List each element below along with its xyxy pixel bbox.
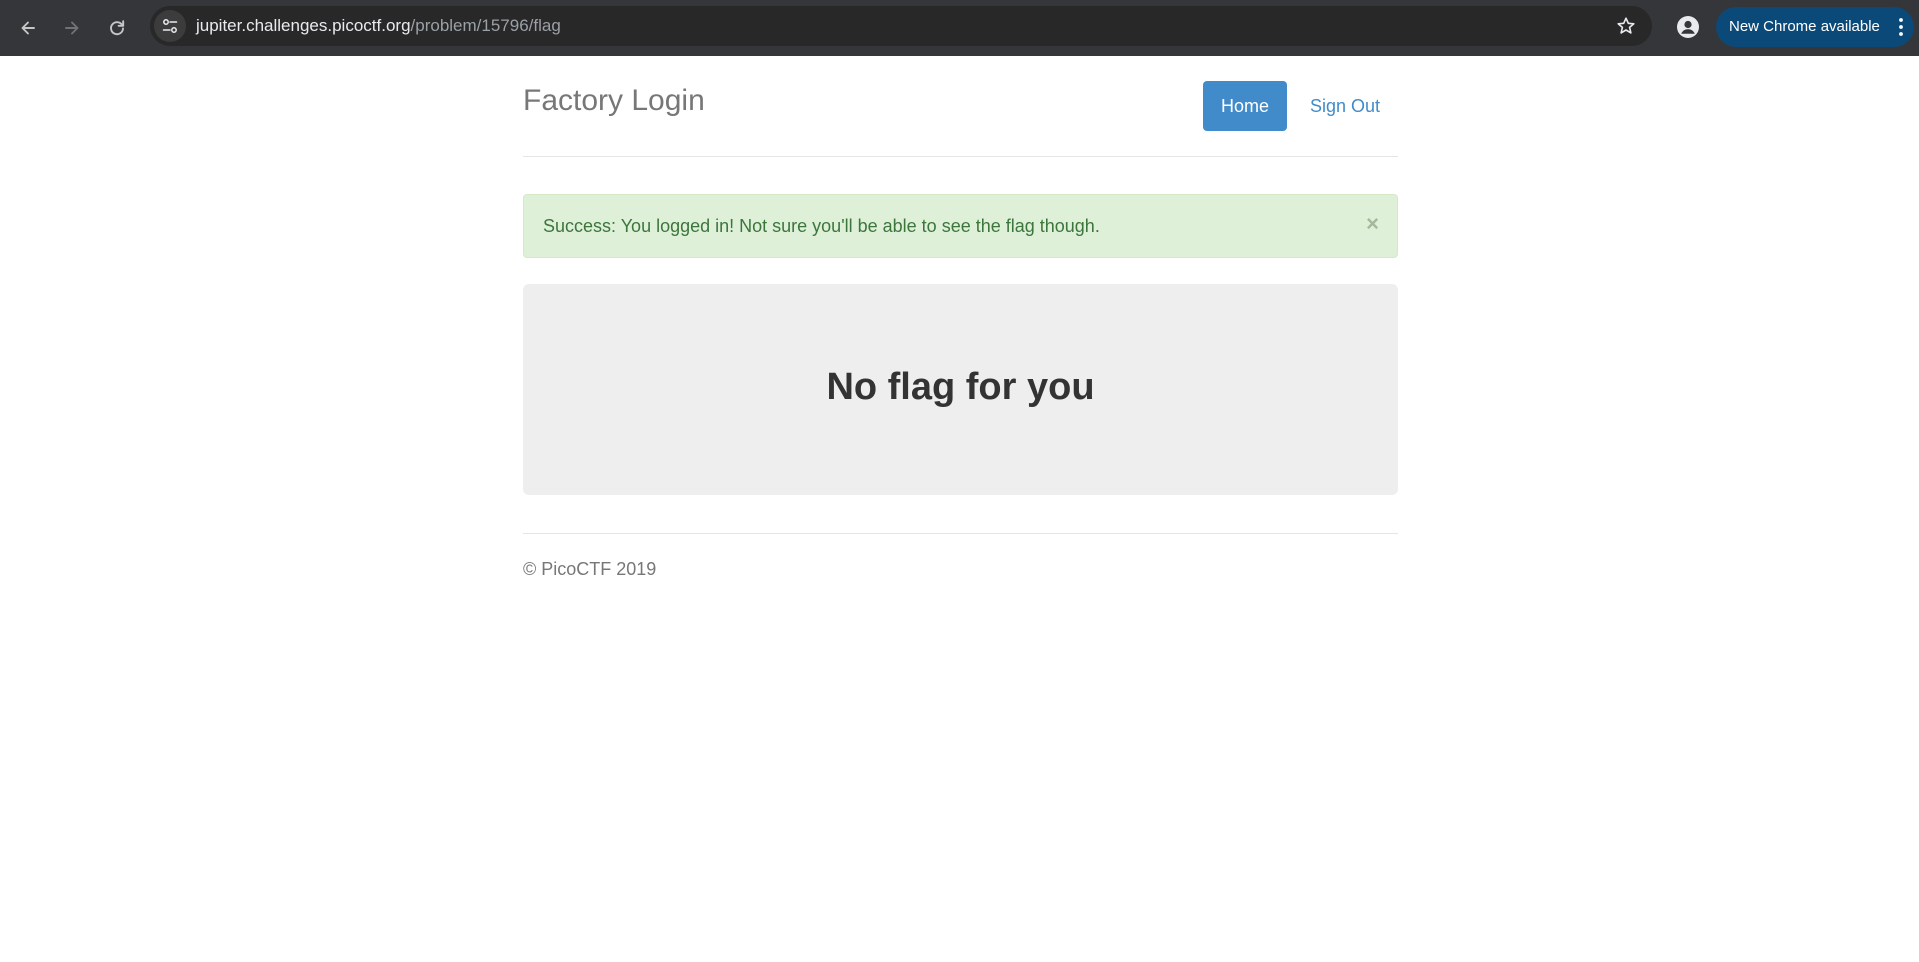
profile-icon <box>1677 16 1699 38</box>
kebab-menu-icon <box>1899 18 1903 36</box>
star-icon <box>1617 17 1635 34</box>
url-host: jupiter.challenges.picoctf.org <box>196 16 411 35</box>
success-alert: Success: You logged in! Not sure you'll … <box>523 194 1398 258</box>
url-text[interactable]: jupiter.challenges.picoctf.org/problem/1… <box>196 6 561 46</box>
bookmark-button[interactable] <box>1614 14 1638 38</box>
site-info-button[interactable] <box>154 10 186 42</box>
alert-message: Success: You logged in! Not sure you'll … <box>543 216 1100 236</box>
reload-icon <box>110 20 125 36</box>
tune-icon <box>162 19 178 33</box>
flag-heading: No flag for you <box>826 366 1095 408</box>
reload-button[interactable] <box>99 10 135 46</box>
forward-button[interactable] <box>54 10 90 46</box>
profile-button[interactable] <box>1672 11 1704 43</box>
page-header: Factory Login Home Sign Out <box>523 56 1398 157</box>
brand-title: Factory Login <box>523 84 705 117</box>
address-bar[interactable]: jupiter.challenges.picoctf.org/problem/1… <box>150 6 1652 46</box>
home-nav-button[interactable]: Home <box>1203 81 1287 131</box>
browser-toolbar: jupiter.challenges.picoctf.org/problem/1… <box>0 0 1919 56</box>
page-container: Factory Login Home Sign Out Success: You… <box>523 56 1398 579</box>
footer: © PicoCTF 2019 <box>523 533 1398 579</box>
sign-out-link[interactable]: Sign Out <box>1310 81 1380 131</box>
close-icon[interactable]: × <box>1366 195 1379 257</box>
update-label: New Chrome available <box>1729 18 1880 35</box>
arrow-left-icon <box>21 21 35 35</box>
new-chrome-available-button[interactable]: New Chrome available <box>1716 7 1914 47</box>
arrow-right-icon <box>65 21 79 35</box>
url-path: /problem/15796/flag <box>410 16 561 35</box>
back-button[interactable] <box>10 10 46 46</box>
jumbotron: No flag for you <box>523 284 1398 495</box>
footer-copyright: © PicoCTF 2019 <box>523 559 657 579</box>
